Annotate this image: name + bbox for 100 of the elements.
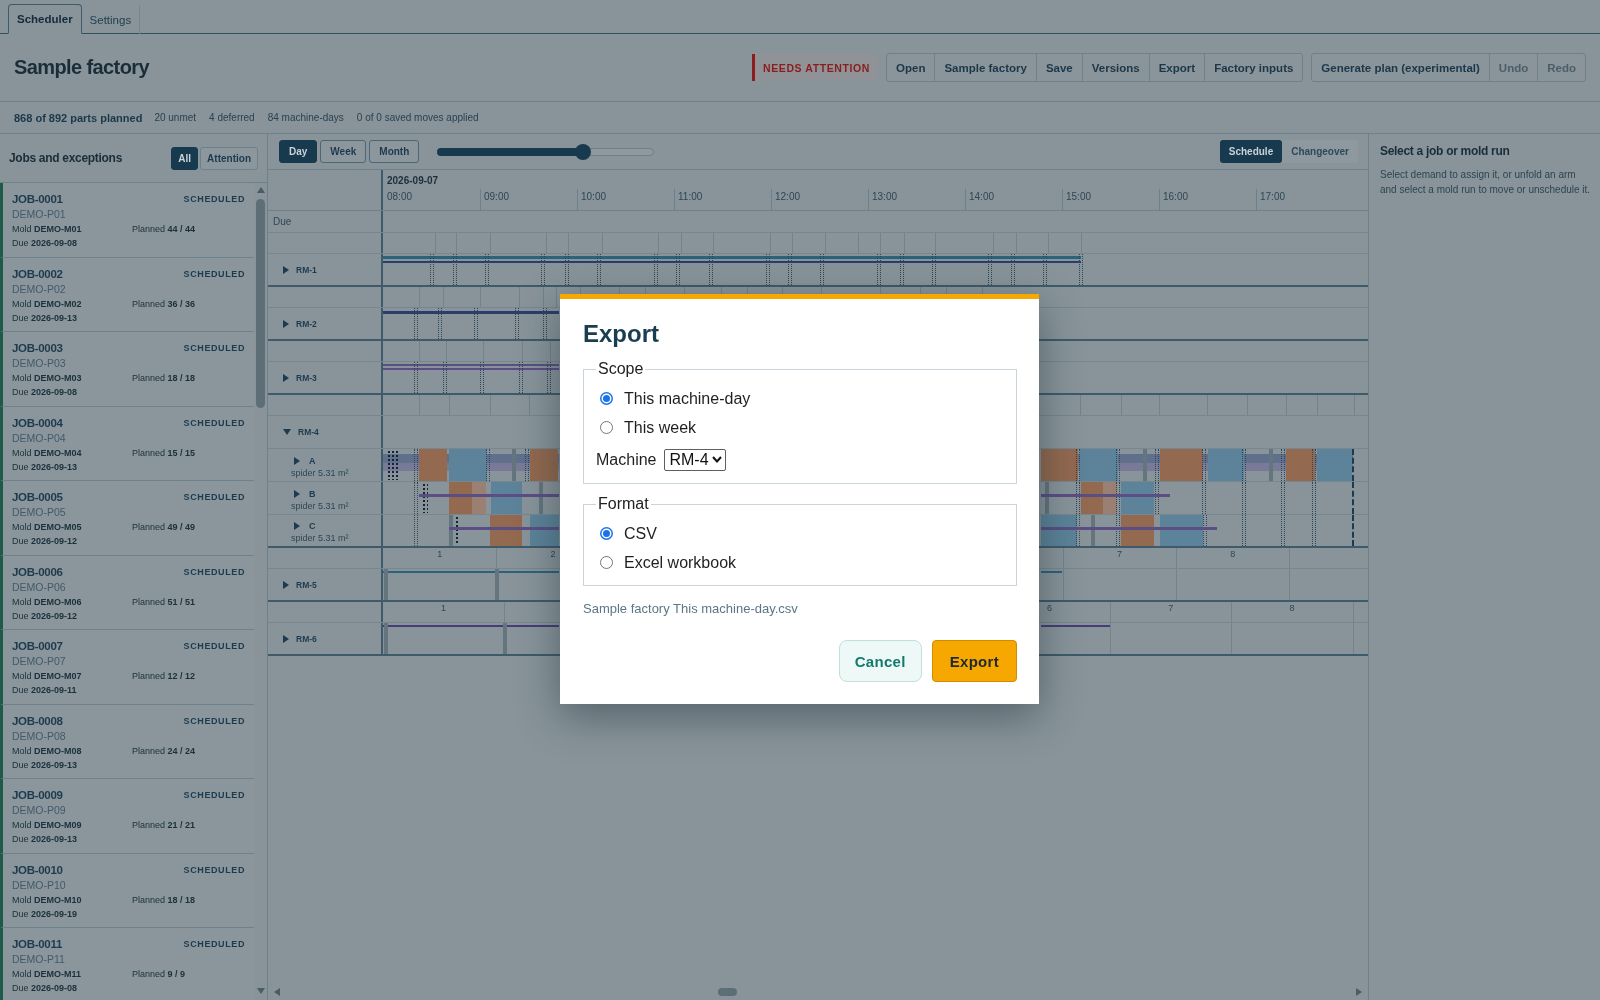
due-date: Due 2026-09-11 — [12, 684, 77, 697]
mold-info: Mold DEMO-M10 — [12, 893, 82, 907]
mold-run-block[interactable] — [530, 449, 558, 481]
changeover-marker — [565, 254, 569, 285]
factory-inputs-button[interactable]: Factory inputs — [1204, 54, 1303, 81]
caret-up-icon[interactable] — [256, 187, 265, 193]
scrollbar-thumb[interactable] — [718, 988, 737, 996]
summary-stat: 84 machine-days — [267, 112, 344, 123]
export-button[interactable]: Export — [1148, 54, 1205, 81]
mold-info: Mold DEMO-M11 — [12, 968, 82, 981]
job-card[interactable]: JOB-0007 SCHEDULED DEMO-P07 Mold DEMO-M07 Planned 12 / 12 Due 2026-09-11 — [0, 630, 254, 705]
changeover-marker — [541, 254, 545, 285]
panel-title: Select a job or mold run — [1380, 143, 1510, 159]
view-button[interactable]: Week — [320, 140, 367, 163]
file-button[interactable]: Sample factory — [934, 54, 1036, 81]
job-id: JOB-0003 — [12, 342, 63, 354]
help-text: Select demand to assign it, or unfold an arm and select a mold run to move or unschedule it. — [1380, 168, 1592, 197]
cancel-button[interactable]: Cancel — [838, 640, 922, 682]
job-card[interactable]: JOB-0008 SCHEDULED DEMO-P08 Mold DEMO-M08 Planned 24 / 24 Due 2026-09-13 — [0, 704, 254, 779]
run-number: 1 — [437, 549, 443, 560]
slider-thumb[interactable] — [574, 143, 591, 160]
run-boundary-marker — [512, 449, 516, 481]
job-status: SCHEDULED — [183, 790, 245, 800]
job-card[interactable]: JOB-0009 SCHEDULED DEMO-P09 Mold DEMO-M09 Planned 21 / 21 Due 2026-09-13 — [0, 779, 254, 854]
radio-button[interactable] — [600, 421, 613, 434]
caret-right-icon[interactable] — [294, 489, 300, 498]
caret-right-icon[interactable] — [283, 373, 289, 382]
caret-right-icon[interactable] — [283, 580, 289, 589]
job-id: JOB-0010 — [12, 863, 63, 876]
planned-count: Planned 51 / 51 — [132, 595, 196, 609]
radio-button[interactable] — [600, 527, 613, 540]
zoom-slider[interactable] — [437, 143, 655, 160]
part-number: DEMO-P08 — [12, 728, 66, 744]
save-button[interactable]: Save — [1035, 54, 1082, 81]
planned-count: Planned 49 / 49 — [132, 521, 196, 534]
run-number: 1 — [441, 603, 447, 614]
filter-button[interactable]: All — [171, 146, 199, 170]
view-button[interactable]: Month — [369, 140, 420, 163]
changeover-marker — [453, 254, 457, 285]
job-card[interactable]: JOB-0010 SCHEDULED DEMO-P10 Mold DEMO-M10 Planned 18 / 18 Due 2026-09-19 — [0, 853, 254, 928]
option-label[interactable]: This week — [624, 418, 697, 437]
generate-plan-button[interactable]: Generate plan (experimental) — [1312, 54, 1489, 81]
option-label[interactable]: CSV — [624, 524, 657, 543]
machine-select[interactable]: RM-4 — [664, 448, 726, 471]
mode-button[interactable]: Changeover — [1282, 140, 1358, 163]
caret-down-icon[interactable] — [256, 988, 265, 994]
job-status: SCHEDULED — [183, 417, 245, 428]
caret-right-icon[interactable] — [283, 265, 289, 274]
hour-label: 08:00 — [387, 191, 413, 202]
caret-left-icon[interactable] — [274, 988, 280, 996]
summary-stat: 20 unmet — [154, 112, 197, 123]
job-card[interactable]: JOB-0004 SCHEDULED DEMO-P04 Mold DEMO-M04 Planned 15 / 15 Due 2026-09-13 — [0, 406, 254, 481]
run-boundary-marker — [449, 515, 453, 546]
due-date: Due 2026-09-08 — [12, 237, 78, 250]
group-legend: Format — [596, 495, 651, 513]
caret-right-icon[interactable] — [294, 456, 300, 465]
part-number: DEMO-P06 — [12, 579, 66, 595]
schedule-line — [1041, 571, 1062, 573]
job-card[interactable]: JOB-0005 SCHEDULED DEMO-P05 Mold DEMO-M05 Planned 49 / 49 Due 2026-09-12 — [0, 481, 254, 556]
versions-button[interactable]: Versions — [1081, 54, 1149, 81]
planned-count: Planned 18 / 18 — [132, 893, 196, 907]
timeline-date: 2026-09-07 — [387, 175, 439, 186]
filter-button[interactable]: Attention — [200, 146, 258, 170]
planned-count: Planned 24 / 24 — [132, 744, 196, 758]
hour-label: 14:00 — [969, 191, 995, 202]
radio-button[interactable] — [600, 556, 613, 569]
caret-down-icon[interactable] — [283, 429, 291, 435]
option-label[interactable]: Excel workbook — [624, 553, 737, 572]
mold-info: Mold DEMO-M09 — [12, 819, 82, 832]
caret-right-icon[interactable] — [283, 634, 289, 643]
machine-name: RM-5 — [296, 579, 317, 590]
tab[interactable]: Scheduler — [8, 4, 82, 34]
caret-right-icon[interactable] — [1356, 988, 1362, 996]
job-card[interactable]: JOB-0002 SCHEDULED DEMO-P02 Mold DEMO-M02 Planned 36 / 36 Due 2026-09-13 — [0, 257, 254, 332]
caret-right-icon[interactable] — [294, 522, 300, 530]
mode-button[interactable]: Schedule — [1219, 140, 1283, 163]
job-status: SCHEDULED — [183, 492, 245, 502]
export-button[interactable]: Export — [931, 640, 1017, 682]
file-name-preview: Sample factory This machine-day.csv — [583, 601, 798, 616]
chevron-down-icon — [711, 456, 722, 463]
job-id: JOB-0007 — [12, 640, 63, 652]
tab[interactable]: Settings — [81, 5, 141, 34]
scrollbar-thumb[interactable] — [256, 199, 265, 408]
arm-detail: spider 5.31 m² — [291, 532, 349, 544]
changeover-marker — [438, 308, 442, 339]
job-card[interactable]: JOB-0003 SCHEDULED DEMO-P03 Mold DEMO-M03 Planned 18 / 18 Due 2026-09-08 — [0, 332, 254, 407]
planned-count: Planned 12 / 12 — [132, 670, 196, 683]
page-title: Sample factory — [14, 56, 149, 79]
changeover-marker — [430, 254, 434, 285]
job-card[interactable]: JOB-0001 SCHEDULED DEMO-P01 Mold DEMO-M01 Planned 44 / 44 Due 2026-09-08 — [0, 183, 254, 258]
option-label[interactable]: This machine-day — [624, 389, 751, 408]
changeover-marker — [474, 308, 478, 339]
mold-run-block[interactable] — [1041, 449, 1078, 481]
view-button[interactable]: Day — [279, 140, 318, 163]
radio-button[interactable] — [600, 392, 613, 405]
job-card[interactable]: JOB-0006 SCHEDULED DEMO-P06 Mold DEMO-M06 Planned 51 / 51 Due 2026-09-12 — [0, 555, 254, 630]
caret-right-icon[interactable] — [283, 319, 289, 328]
open-button[interactable]: Open — [887, 54, 935, 81]
hour-label: 11:00 — [678, 191, 703, 202]
changeover-marker — [877, 254, 881, 285]
